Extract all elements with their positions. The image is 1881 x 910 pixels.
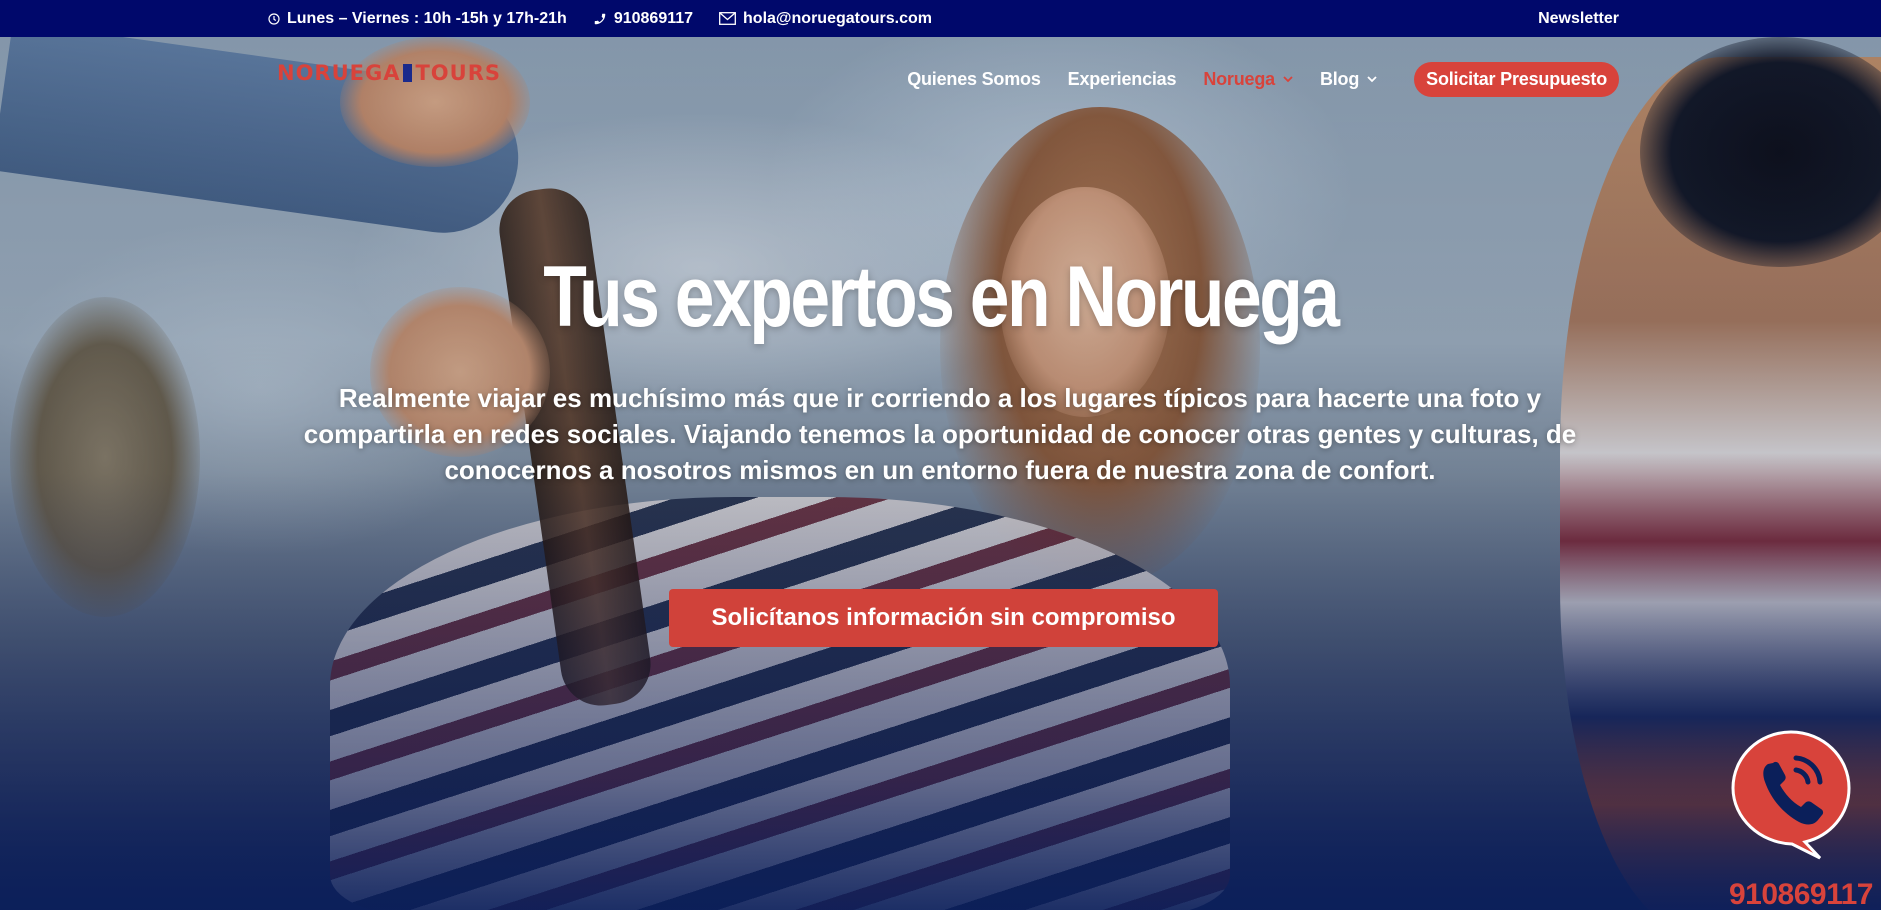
nav-item-noruega[interactable]: Noruega	[1203, 69, 1293, 90]
phone-icon	[594, 13, 606, 24]
mail-icon	[719, 12, 736, 25]
nav-item-experiencias[interactable]: Experiencias	[1068, 69, 1177, 90]
nav-label: Experiencias	[1067, 69, 1177, 89]
nav-item-blog[interactable]: Blog	[1320, 69, 1377, 90]
main-nav: Quienes Somos Experiencias Noruega Blog …	[880, 62, 1619, 97]
logo-part1: NORUEGA	[277, 61, 401, 85]
site-header: NORUEGA TOURS Quienes Somos Experiencias…	[0, 37, 1881, 117]
phone-info[interactable]: 910869117	[593, 10, 693, 28]
clock-icon	[268, 12, 280, 25]
phone-text[interactable]: 910869117	[614, 10, 693, 28]
email-text[interactable]: hola@noruegatours.com	[743, 10, 932, 28]
nav-label: Quienes Somos	[907, 69, 1041, 89]
chevron-down-icon	[1367, 76, 1377, 83]
chevron-down-icon	[1283, 76, 1293, 83]
request-quote-button[interactable]: Solicitar Presupuesto	[1414, 62, 1619, 97]
newsletter-link[interactable]: Newsletter	[1538, 10, 1619, 28]
nav-item-quienes-somos[interactable]: Quienes Somos	[907, 69, 1041, 90]
logo-flag-icon	[403, 64, 413, 82]
hours-text: Lunes – Viernes : 10h -15h y 17h-21h	[287, 9, 567, 27]
site-logo[interactable]: NORUEGA TOURS	[277, 61, 501, 85]
top-info-bar: Lunes – Viernes : 10h -15h y 17h-21h 910…	[0, 0, 1881, 37]
call-number-link[interactable]: 910869117	[1729, 878, 1874, 910]
hours-info: Lunes – Viernes : 10h -15h y 17h-21h	[268, 10, 567, 28]
email-info[interactable]: hola@noruegatours.com	[719, 10, 932, 28]
hero-description: Realmente viajar es muchísimo más que ir…	[303, 383, 1577, 485]
nav-label: Blog	[1319, 69, 1360, 89]
logo-part2: TOURS	[415, 61, 502, 85]
hero-title: Tus expertos en Noruega	[543, 249, 1340, 345]
nav-label: Noruega	[1203, 69, 1275, 89]
request-info-button[interactable]: Solicítanos información sin compromiso	[669, 589, 1218, 647]
phone-call-icon[interactable]	[1730, 728, 1852, 860]
